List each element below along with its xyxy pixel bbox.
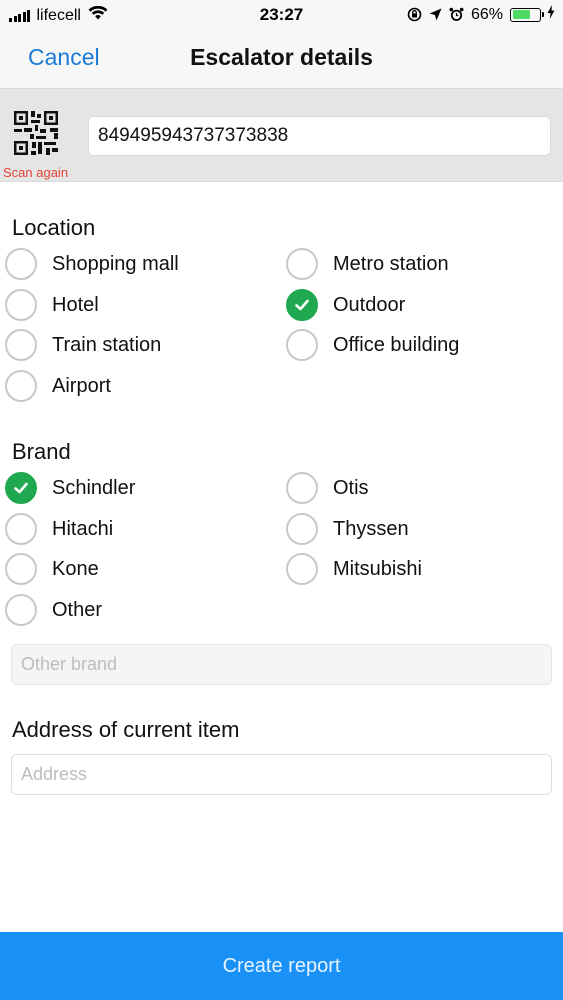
radio-label: Airport — [52, 374, 111, 397]
address-field[interactable] — [11, 754, 552, 795]
radio-circle — [286, 329, 318, 361]
nav-bar: Cancel Escalator details — [0, 30, 563, 88]
orientation-lock-icon — [407, 7, 422, 22]
scan-again-link[interactable]: Scan again — [3, 165, 68, 180]
location-title: Location — [12, 215, 96, 240]
status-right: 66% — [407, 5, 555, 24]
radio-label: Shopping mall — [52, 252, 179, 275]
radio-train-station[interactable]: Train station — [5, 328, 161, 362]
radio-label: Schindler — [52, 476, 136, 499]
radio-circle — [5, 513, 37, 545]
radio-label: Metro station — [333, 252, 449, 275]
radio-circle — [5, 472, 37, 504]
battery-icon — [510, 7, 544, 22]
brand-title: Brand — [12, 439, 71, 464]
status-bar: lifecell 23:27 66% — [0, 0, 563, 30]
scan-section: Scan again — [0, 88, 563, 182]
radio-label: Mitsubishi — [333, 557, 422, 580]
radio-label: Hitachi — [52, 517, 114, 540]
radio-label: Kone — [52, 557, 99, 580]
radio-office-building[interactable]: Office building — [286, 328, 459, 362]
radio-shopping-mall[interactable]: Shopping mall — [5, 247, 179, 281]
radio-circle — [286, 472, 318, 504]
radio-metro-station[interactable]: Metro station — [286, 247, 449, 281]
battery-level — [512, 10, 530, 19]
checkmark-icon — [14, 482, 28, 494]
radio-label: Train station — [52, 333, 162, 356]
radio-thyssen[interactable]: Thyssen — [286, 512, 409, 546]
radio-circle — [5, 248, 37, 280]
radio-label: Office building — [333, 333, 460, 356]
radio-schindler[interactable]: Schindler — [5, 471, 135, 505]
code-input[interactable] — [88, 116, 551, 156]
radio-circle — [5, 370, 37, 402]
radio-airport[interactable]: Airport — [5, 369, 111, 403]
battery-percent: 66% — [470, 5, 503, 23]
radio-label: Outdoor — [333, 293, 406, 316]
radio-circle — [286, 248, 318, 280]
radio-hitachi[interactable]: Hitachi — [5, 512, 113, 546]
other-brand-field[interactable] — [11, 644, 552, 685]
alarm-icon — [449, 7, 464, 22]
radio-circle — [5, 553, 37, 585]
radio-otis[interactable]: Otis — [286, 471, 369, 505]
radio-kone[interactable]: Kone — [5, 552, 99, 586]
radio-circle — [286, 553, 318, 585]
radio-circle — [286, 289, 318, 321]
radio-circle — [286, 513, 318, 545]
radio-other[interactable]: Other — [5, 593, 102, 627]
charging-icon — [547, 5, 555, 24]
address-title: Address of current item — [12, 717, 240, 742]
radio-label: Hotel — [52, 293, 99, 316]
location-arrow-icon — [429, 8, 442, 21]
radio-circle — [5, 329, 37, 361]
radio-circle — [5, 289, 37, 321]
radio-label: Otis — [333, 476, 369, 499]
radio-label: Other — [52, 598, 103, 621]
radio-mitsubishi[interactable]: Mitsubishi — [286, 552, 422, 586]
create-report-button[interactable]: Create report — [0, 932, 563, 1000]
qr-code-icon[interactable] — [10, 109, 68, 161]
checkmark-icon — [295, 299, 309, 311]
radio-hotel[interactable]: Hotel — [5, 288, 99, 322]
radio-circle — [5, 594, 37, 626]
radio-label: Thyssen — [333, 517, 409, 540]
cancel-button[interactable]: Cancel — [28, 44, 100, 71]
radio-outdoor[interactable]: Outdoor — [286, 288, 405, 322]
